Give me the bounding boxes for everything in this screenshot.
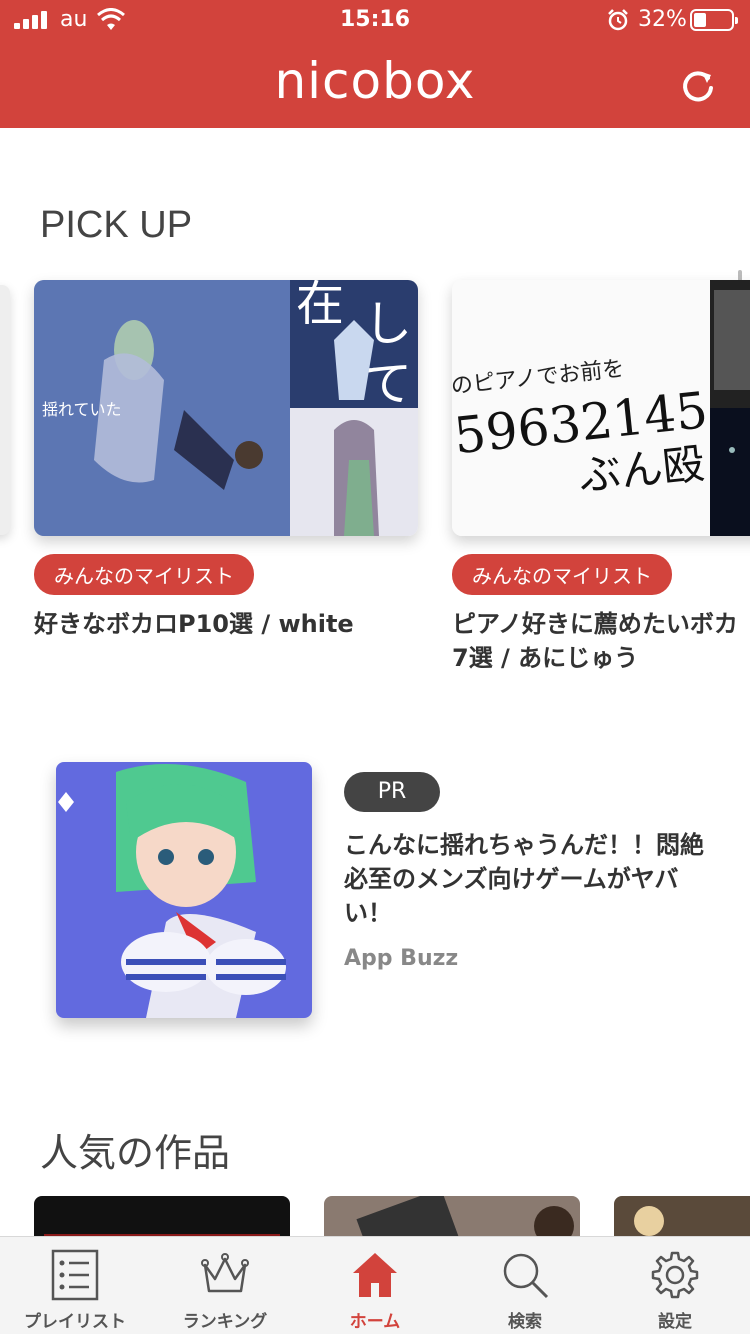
battery-level [694,13,706,27]
top-bar: au 15:16 32% nicobox [0,0,750,128]
app-title: nicobox [274,52,476,110]
tab-label: ホーム [349,1312,401,1332]
crown-icon [201,1253,249,1293]
tab-label: プレイリスト [24,1312,126,1332]
ad-image[interactable] [56,762,312,1018]
tab-home[interactable]: ホーム [300,1237,450,1334]
playlist-icon [51,1249,99,1301]
popular-section-title: 人気の作品 [40,1133,231,1175]
tab-ranking[interactable]: ランキング [150,1237,300,1334]
search-icon [503,1253,549,1299]
ad-source: App Buzz [344,946,459,971]
ad-title[interactable]: こんなに揺れちゃうんだ！！悶絶必至のメンズ向けゲームがヤバい！ [344,828,724,930]
mylist-badge: みんなのマイリスト [452,554,672,595]
tab-label: 設定 [658,1312,692,1332]
refresh-icon[interactable] [676,64,720,108]
pickup-card[interactable]: 揺れていた 在 し て みんなのマイリスト 好きなボカロP10選 / white [34,280,418,641]
tab-label: 検索 [508,1312,542,1332]
mylist-badge: みんなのマイリスト [34,554,254,595]
pr-badge: PR [344,772,440,812]
pickup-section-title: PICK UP [40,204,193,246]
tab-search[interactable]: 検索 [450,1237,600,1334]
pickup-card-title: 好きなボカロP10選 / white [34,610,354,638]
tab-label: ランキング [182,1312,268,1332]
ad-illustration [56,762,312,1018]
tab-settings[interactable]: 設定 [600,1237,750,1334]
home-icon [353,1253,397,1297]
gear-icon [651,1251,699,1299]
battery-icon [690,9,738,31]
alarm-icon [608,9,628,31]
pickup-card-thumbnail: のピアノでお前を 59632145 ぶん殴 [452,280,750,536]
tab-playlist[interactable]: プレイリスト [0,1237,150,1334]
pickup-card-title: ピアノ好きに薦めたいボカ 7選 / あにじゅう [452,610,738,672]
playlist-collage-image: のピアノでお前を 59632145 ぶん殴 [452,280,750,536]
previous-card-edge[interactable] [0,285,10,535]
svg-text:在: 在 [296,280,344,332]
tab-bar: プレイリスト ランキング ホーム 検索 設定 [0,1236,750,1334]
svg-text:て: て [364,356,412,412]
playlist-collage-image: 揺れていた 在 し て [34,280,418,536]
svg-text:揺れていた: 揺れていた [42,400,122,419]
status-bar: au 15:16 32% [0,0,750,40]
pickup-card-thumbnail: 揺れていた 在 し て [34,280,418,536]
battery-percent: 32% [638,7,687,32]
pickup-card[interactable]: のピアノでお前を 59632145 ぶん殴 みんなのマイリスト ピアノ好きに薦め… [452,280,750,675]
